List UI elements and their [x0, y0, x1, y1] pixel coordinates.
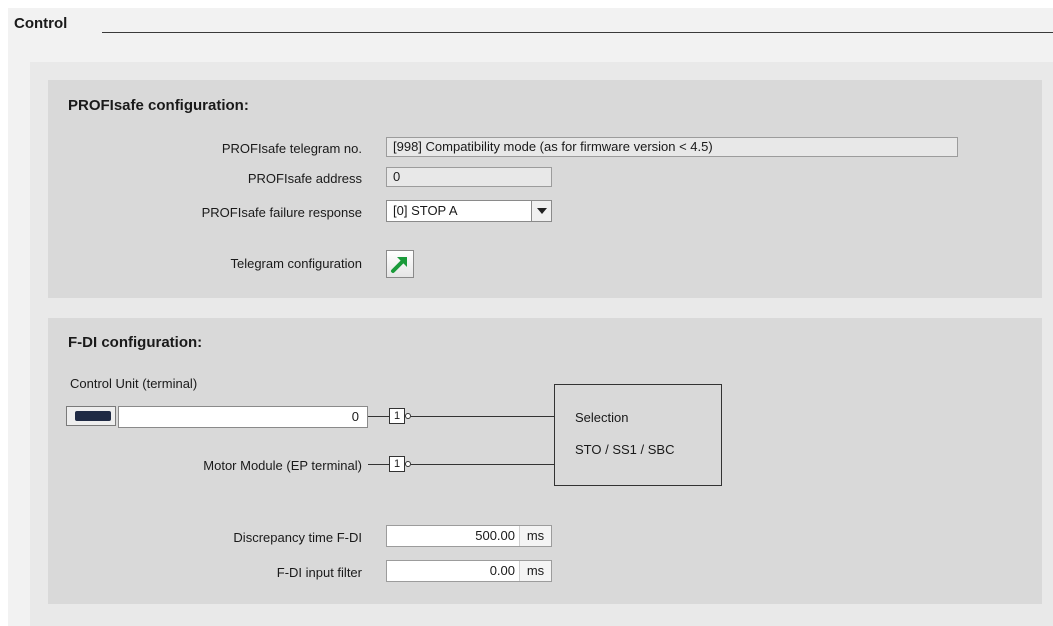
green-arrow-icon [391, 257, 407, 273]
wire-in-2 [368, 464, 390, 465]
address-label: PROFIsafe address [247, 171, 362, 186]
selection-block: Selection STO / SS1 / SBC [554, 384, 722, 486]
discrepancy-value: 500.00 [475, 528, 515, 543]
terminal-value: 0 [351, 409, 359, 424]
wire-in-1 [368, 416, 390, 417]
failure-response-value: [0] STOP A [393, 203, 458, 218]
header-bar [8, 8, 1053, 44]
telegram-config-button[interactable] [386, 250, 414, 278]
selection-functions: STO / SS1 / SBC [575, 442, 675, 457]
logic-gate-1: 1 [389, 408, 405, 424]
telegram-no-label: PROFIsafe telegram no. [221, 141, 362, 156]
discrepancy-unit: ms [519, 526, 551, 546]
control-page: Control PROFIsafe configuration: PROFIsa… [0, 0, 1053, 626]
failure-response-label: PROFIsafe failure response [201, 205, 362, 220]
header-divider [102, 32, 1053, 33]
profisafe-title: PROFIsafe configuration: [68, 97, 249, 114]
chevron-down-icon[interactable] [531, 201, 551, 221]
wire-out-1 [411, 416, 554, 417]
input-filter-field[interactable]: 0.00 ms [386, 560, 552, 582]
input-filter-unit: ms [519, 561, 551, 581]
discrepancy-field[interactable]: 500.00 ms [386, 525, 552, 547]
toggle-knob [75, 411, 111, 421]
failure-response-dropdown[interactable]: [0] STOP A [386, 200, 552, 222]
wire-out-2 [411, 464, 554, 465]
discrepancy-label: Discrepancy time F-DI [233, 530, 362, 545]
profisafe-panel: PROFIsafe configuration: [48, 80, 1042, 298]
logic-gate-2: 1 [389, 456, 405, 472]
input-filter-label: F-DI input filter [276, 565, 362, 580]
telegram-no-field[interactable]: [998] Compatibility mode (as for firmwar… [386, 137, 958, 157]
telegram-config-label: Telegram configuration [230, 256, 362, 271]
terminal-input[interactable]: 0 [118, 406, 368, 428]
selection-label: Selection [575, 410, 629, 425]
motor-module-label: Motor Module (EP terminal) [203, 458, 362, 473]
section-title: Control [14, 15, 68, 32]
input-filter-value: 0.00 [489, 563, 515, 578]
control-unit-label: Control Unit (terminal) [70, 376, 198, 391]
terminal-toggle[interactable] [66, 406, 116, 426]
fdi-title: F-DI configuration: [68, 334, 203, 351]
address-field[interactable]: 0 [386, 167, 552, 187]
